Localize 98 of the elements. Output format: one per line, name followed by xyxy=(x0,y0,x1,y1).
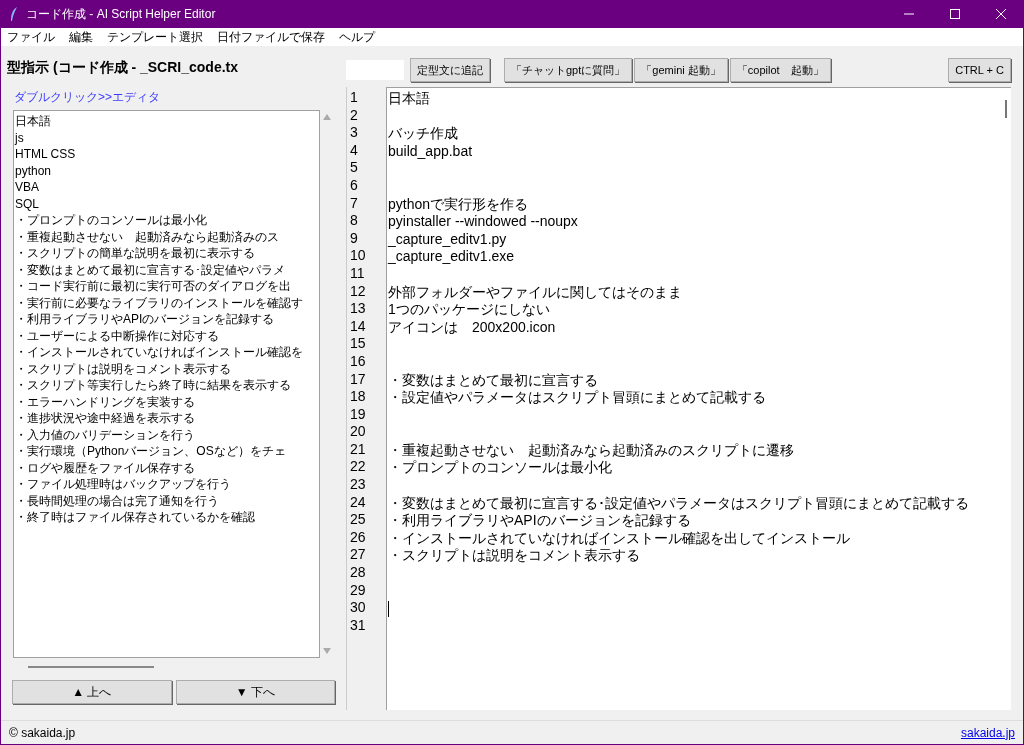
move-button[interactable]: ▲ 上へ xyxy=(12,680,172,704)
code-line: pythonで実行形を作る xyxy=(388,195,529,214)
list-item[interactable]: ・重複起動させない 起動済みなら起動済みのス xyxy=(15,229,279,244)
line-number: 6 xyxy=(350,176,358,193)
line-number: 28 xyxy=(350,564,366,581)
line-number: 21 xyxy=(350,440,366,457)
line-number: 16 xyxy=(350,352,366,369)
line-number: 19 xyxy=(350,405,366,422)
line-number: 25 xyxy=(350,511,366,528)
code-line: _capture_editv1.py xyxy=(388,230,507,249)
append-button[interactable]: 定型文に追記 xyxy=(410,58,490,82)
line-number: 12 xyxy=(350,282,366,299)
line-number: 23 xyxy=(350,476,366,493)
menu-item[interactable]: ファイル xyxy=(7,28,55,46)
list-item[interactable]: ・長時間処理の場合は完了通知を行う xyxy=(15,493,219,508)
line-number: 24 xyxy=(350,493,366,510)
list-item[interactable]: ・コード実行前に最初に実行可否のダイアログを出 xyxy=(15,279,291,293)
menu-item[interactable]: 日付ファイルで保存 xyxy=(217,28,325,46)
website-link[interactable]: sakaida.jp xyxy=(960,723,1015,742)
window-title: コード作成 - AI Script Helper Editor xyxy=(26,6,216,23)
list-item[interactable]: js xyxy=(15,130,24,145)
list-item[interactable]: ・実行環境（Pythonバージョン、OSなど）をチェ xyxy=(15,444,286,458)
line-number: 1 xyxy=(350,89,358,105)
line-number: 11 xyxy=(350,264,365,281)
line-number: 4 xyxy=(350,141,358,158)
line-number: 27 xyxy=(350,546,366,563)
list-item[interactable]: ・ユーザーによる中断操作に対応する xyxy=(15,328,219,343)
list-item[interactable]: ・進捗状況や途中経過を表示する xyxy=(15,411,195,425)
line-number: 15 xyxy=(350,335,366,352)
code-line: ・設定値やパラメータはスクリプト冒頭にまとめて記載する xyxy=(388,389,766,407)
scroll-down-icon[interactable] xyxy=(323,648,331,654)
line-number: 31 xyxy=(350,616,366,633)
code-line: バッチ作成 xyxy=(388,125,458,143)
list-item[interactable]: ・スクリプトの簡単な説明を最初に表示する xyxy=(15,246,255,260)
list-item[interactable]: ・プロンプトのコンソールは最小化 xyxy=(15,213,207,227)
line-number: 14 xyxy=(350,317,366,334)
text-editor[interactable] xyxy=(386,87,1011,710)
code-line: ・変数はまとめて最初に宣言する･設定値やパラメータはスクリプト冒頭にまとめて記載する xyxy=(388,494,969,513)
list-item[interactable]: ・入力値のバリデーションを行う xyxy=(15,427,195,442)
code-line: ・利用ライブラリやAPIのバージョンを記録する xyxy=(388,512,691,530)
list-item[interactable]: ・ログや履歴をファイル保存する xyxy=(15,460,195,475)
code-line: ・スクリプトは説明をコメント表示する xyxy=(388,547,640,566)
code-line: pyinstaller --windowed --noupx xyxy=(388,213,578,231)
code-line: 日本語 xyxy=(388,90,430,108)
scroll-up-icon[interactable] xyxy=(323,114,331,120)
line-number: 29 xyxy=(350,581,366,598)
menu-item[interactable]: ヘルプ xyxy=(339,28,375,46)
line-number: 13 xyxy=(350,300,366,317)
line-number: 22 xyxy=(350,458,366,475)
code-line: 1つのパッケージにしない xyxy=(388,301,550,319)
panel-heading: 型指示 (コード作成 - _SCRI_code.tx xyxy=(6,57,239,77)
template-list[interactable] xyxy=(13,110,320,658)
line-number: 20 xyxy=(350,423,366,440)
line-number: 9 xyxy=(350,229,358,246)
list-item[interactable]: ・ファイル処理時はバックアップを行う xyxy=(15,477,231,491)
list-item[interactable]: ・変数はまとめて最初に宣言する･設定値やパラメ xyxy=(15,262,285,277)
code-line: アイコンは 200x200.icon xyxy=(388,318,556,337)
line-number: 17 xyxy=(350,370,366,387)
code-line: ・インストールされていなければインストール確認を出してインストール xyxy=(388,529,850,548)
copyright-text: © sakaida.jp xyxy=(9,724,76,742)
list-item[interactable]: ・エラーハンドリングを実装する xyxy=(15,394,195,409)
list-item[interactable]: ・スクリプトは説明をコメント表示する xyxy=(15,361,231,376)
code-line: ・プロンプトのコンソールは最小化 xyxy=(388,459,612,478)
feather-icon xyxy=(10,7,18,21)
copy-button[interactable]: CTRL + C xyxy=(948,58,1011,82)
list-item[interactable]: HTML CSS xyxy=(15,147,76,161)
line-number: 2 xyxy=(350,106,358,123)
hint-link[interactable]: ダブルクリック>>エディタ xyxy=(1,88,160,110)
launch-button[interactable]: 「copilot 起動」 xyxy=(729,58,831,82)
line-number: 3 xyxy=(350,124,358,141)
line-number: 26 xyxy=(350,528,366,545)
list-item[interactable]: ・スクリプト等実行したら終了時に結果を表示する xyxy=(15,378,291,392)
line-number: 7 xyxy=(350,194,358,211)
code-line: 外部フォルダーやファイルに関してはそのまま xyxy=(388,283,682,302)
list-item[interactable]: VBA xyxy=(15,180,39,194)
launch-button[interactable]: 「gemini 起動」 xyxy=(634,58,728,82)
menu-item[interactable]: テンプレート選択 xyxy=(107,28,203,46)
move-button[interactable]: ▼ 下へ xyxy=(175,680,335,704)
code-line: ・重複起動させない 起動済みなら起動済みのスクリプトに遷移 xyxy=(388,441,794,460)
list-item[interactable]: ・実行前に必要なライブラリのインストールを確認す xyxy=(15,295,303,310)
scrollbar-thumb[interactable] xyxy=(1005,100,1007,118)
line-number: 18 xyxy=(350,388,366,405)
horizontal-scrollbar-thumb[interactable] xyxy=(28,666,154,668)
line-number: 10 xyxy=(350,247,366,264)
code-line: _capture_editv1.exe xyxy=(388,248,515,266)
list-item[interactable]: ・終了時はファイル保存されているかを確認 xyxy=(15,510,255,524)
line-number: 5 xyxy=(350,159,358,176)
list-item[interactable]: SQL xyxy=(15,196,39,211)
list-item[interactable]: ・インストールされていなければインストール確認を xyxy=(15,345,303,359)
code-line: build_app.bat xyxy=(388,142,473,161)
line-number: 30 xyxy=(350,599,366,616)
list-item[interactable]: ・利用ライブラリやAPIのバージョンを記録する xyxy=(15,312,275,326)
code-line: ・変数はまとめて最初に宣言する xyxy=(388,371,598,390)
menu-item[interactable]: 編集 xyxy=(69,28,93,46)
list-item[interactable]: python xyxy=(15,163,52,178)
launch-button[interactable]: 「チャットgptに質問」 xyxy=(504,58,633,82)
list-item[interactable]: 日本語 xyxy=(15,114,51,128)
line-number: 8 xyxy=(350,212,358,229)
